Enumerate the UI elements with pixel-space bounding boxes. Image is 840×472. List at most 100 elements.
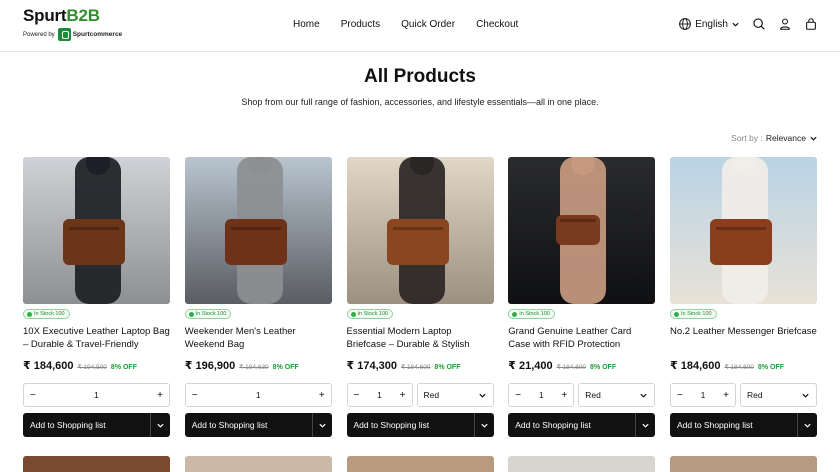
list-dropdown-toggle[interactable] bbox=[635, 413, 655, 437]
original-price: ₹ 194,500 bbox=[77, 364, 107, 371]
add-to-shopping-list-button[interactable]: Add to Shopping list bbox=[184, 413, 332, 437]
product-photo-illustration bbox=[670, 157, 817, 304]
quantity-stepper: − 1 + bbox=[346, 383, 413, 407]
search-icon[interactable] bbox=[752, 17, 766, 31]
chevron-down-icon bbox=[478, 393, 486, 398]
product-price: ₹ 196,900 ₹ 184,630 8% OFF bbox=[185, 359, 299, 372]
add-button-label: Add to Shopping list bbox=[30, 420, 106, 430]
product-card-next-row bbox=[346, 456, 494, 472]
variant-value: Red bbox=[423, 390, 440, 400]
product-name[interactable]: Essential Modern Laptop Briefcase – Dura… bbox=[347, 325, 494, 351]
add-to-shopping-list-button[interactable]: Add to Shopping list bbox=[23, 413, 170, 437]
purchase-controls: − 1 + Red bbox=[508, 383, 656, 407]
add-to-shopping-list-button[interactable]: Add to Shopping list bbox=[346, 413, 494, 437]
discount-label: 8% OFF bbox=[110, 364, 137, 371]
product-photo-illustration bbox=[346, 157, 494, 304]
stock-badge: In Stock 100 bbox=[184, 309, 232, 319]
product-image[interactable] bbox=[184, 157, 332, 304]
product-name[interactable]: Weekender Men's Leather Weekend Bag bbox=[185, 325, 332, 351]
stock-badge: In Stock 100 bbox=[23, 309, 70, 319]
spurtcommerce-logo-icon bbox=[57, 28, 71, 41]
chevron-down-icon bbox=[640, 393, 647, 398]
quantity-value[interactable]: 1 bbox=[539, 390, 544, 400]
plus-icon[interactable]: + bbox=[561, 390, 567, 401]
add-to-shopping-list-button[interactable]: Add to Shopping list bbox=[508, 413, 656, 437]
product-name[interactable]: 10X Executive Leather Laptop Bag – Durab… bbox=[23, 325, 170, 351]
purchase-controls: − 1 + bbox=[23, 383, 170, 407]
product-card-next-row bbox=[670, 456, 817, 472]
variant-select[interactable]: Red bbox=[740, 383, 817, 407]
globe-icon bbox=[679, 18, 692, 30]
sort-label: Sort by : bbox=[731, 133, 763, 143]
quantity-value[interactable]: 1 bbox=[94, 390, 99, 400]
cart-bag-icon[interactable] bbox=[804, 17, 818, 31]
minus-icon[interactable]: − bbox=[30, 390, 36, 401]
check-icon bbox=[674, 311, 679, 317]
quantity-stepper: − 1 + bbox=[508, 383, 575, 407]
product-price: ₹ 184,600 ₹ 184,600 8% OFF bbox=[670, 359, 784, 372]
chevron-down-icon bbox=[642, 423, 649, 428]
sort-dropdown[interactable]: Sort by : Relevance bbox=[731, 133, 818, 143]
plus-icon[interactable]: + bbox=[723, 390, 729, 401]
product-name[interactable]: Grand Genuine Leather Card Case with RFI… bbox=[508, 325, 655, 351]
quantity-value[interactable]: 1 bbox=[256, 390, 261, 400]
current-price: ₹ 21,400 bbox=[508, 360, 553, 372]
list-dropdown-toggle[interactable] bbox=[797, 413, 817, 437]
product-photo-illustration bbox=[23, 157, 170, 304]
original-price: ₹ 184,600 bbox=[556, 364, 587, 371]
product-card: In Stock 100 Weekender Men's Leather Week… bbox=[184, 157, 332, 437]
product-card: In Stock 100 Essential Modern Laptop Brie… bbox=[346, 157, 494, 437]
plus-icon[interactable]: + bbox=[157, 390, 163, 401]
discount-label: 8% OFF bbox=[757, 364, 784, 371]
user-icon[interactable] bbox=[778, 17, 792, 31]
minus-icon[interactable]: − bbox=[677, 390, 683, 401]
nav-checkout[interactable]: Checkout bbox=[476, 19, 518, 30]
product-image[interactable] bbox=[346, 157, 494, 304]
add-to-shopping-list-button[interactable]: Add to Shopping list bbox=[670, 413, 817, 437]
plus-icon[interactable]: + bbox=[319, 390, 325, 401]
list-dropdown-toggle[interactable] bbox=[473, 413, 494, 437]
minus-icon[interactable]: − bbox=[354, 390, 360, 401]
plus-icon[interactable]: + bbox=[400, 390, 406, 401]
purchase-controls: − 1 + bbox=[184, 383, 332, 407]
product-card-next-row bbox=[23, 456, 170, 472]
product-image[interactable] bbox=[508, 157, 656, 304]
list-dropdown-toggle[interactable] bbox=[150, 413, 170, 437]
nav-home[interactable]: Home bbox=[293, 19, 320, 30]
nav-quick-order[interactable]: Quick Order bbox=[401, 19, 455, 30]
minus-icon[interactable]: − bbox=[192, 390, 198, 401]
variant-value: Red bbox=[747, 390, 763, 400]
language-selector[interactable]: English bbox=[678, 17, 740, 31]
stock-badge: In Stock 100 bbox=[346, 309, 394, 319]
page-subtitle: Shop from our full range of fashion, acc… bbox=[241, 97, 599, 107]
stock-badge: In Stock 100 bbox=[508, 309, 555, 319]
discount-label: 8% OFF bbox=[434, 364, 461, 371]
product-card: In Stock 100 No.2 Leather Messenger Brief… bbox=[670, 157, 817, 437]
chevron-down-icon bbox=[802, 393, 809, 398]
purchase-controls: − 1 + Red bbox=[670, 383, 817, 407]
add-button-label: Add to Shopping list bbox=[515, 420, 591, 430]
variant-select[interactable]: Red bbox=[416, 383, 494, 407]
variant-select[interactable]: Red bbox=[578, 383, 656, 407]
page-title: All Products bbox=[364, 66, 476, 87]
original-price: ₹ 184,600 bbox=[724, 364, 754, 371]
product-photo-illustration bbox=[184, 157, 332, 304]
quantity-stepper: − 1 + bbox=[184, 383, 332, 407]
main-nav: Home Products Quick Order Checkout bbox=[293, 19, 539, 30]
quantity-value[interactable]: 1 bbox=[377, 390, 382, 400]
product-image[interactable] bbox=[670, 157, 817, 304]
list-dropdown-toggle[interactable] bbox=[311, 413, 332, 437]
minus-icon[interactable]: − bbox=[515, 390, 521, 401]
product-name[interactable]: No.2 Leather Messenger Briefcase bbox=[670, 325, 817, 338]
quantity-value[interactable]: 1 bbox=[701, 390, 706, 400]
logo[interactable]: SpurtB2B Powered by Spurtcommerce bbox=[23, 7, 122, 41]
variant-value: Red bbox=[585, 390, 601, 400]
stock-text: In Stock 100 bbox=[681, 311, 712, 317]
product-image[interactable] bbox=[23, 157, 170, 304]
add-button-label: Add to Shopping list bbox=[191, 420, 268, 430]
check-icon bbox=[350, 311, 356, 317]
nav-products[interactable]: Products bbox=[341, 19, 380, 30]
chevron-down-icon bbox=[810, 136, 817, 141]
powered-by: Powered by Spurtcommerce bbox=[23, 28, 122, 41]
current-price: ₹ 196,900 bbox=[184, 360, 236, 372]
